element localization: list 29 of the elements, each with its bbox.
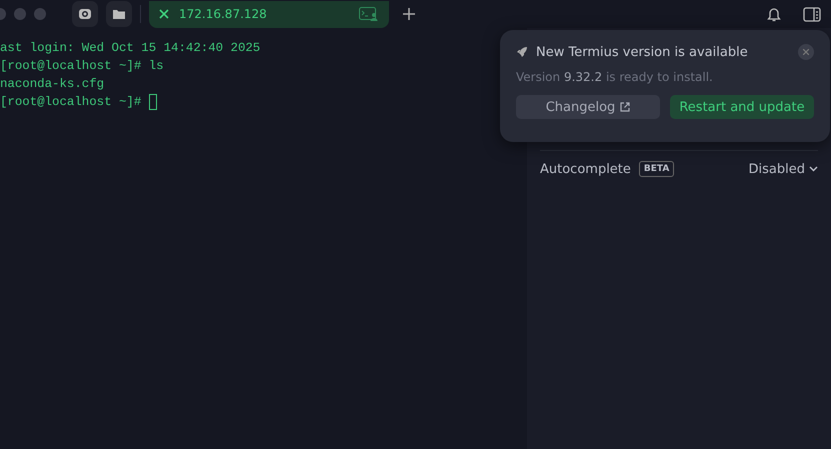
notification-message: Version 9.32.2 is ready to install.	[516, 70, 714, 84]
sidebar-toggle-icon[interactable]	[803, 6, 821, 22]
changelog-button[interactable]: Changelog	[516, 95, 660, 119]
external-link-icon	[620, 102, 630, 112]
terminal-line: naconda-ks.cfg	[0, 76, 104, 93]
setting-dropdown[interactable]: Disabled	[748, 162, 818, 176]
bell-icon[interactable]	[767, 6, 781, 22]
terminal-line: ast login: Wed Oct 15 14:42:40 2025	[0, 40, 260, 57]
vault-icon	[78, 7, 92, 21]
close-icon	[803, 49, 809, 55]
terminal-line: [root@localhost ~]#	[0, 94, 142, 111]
close-icon[interactable]	[159, 9, 169, 19]
window-control-dot[interactable]	[34, 8, 46, 20]
notification-title: New Termius version is available	[536, 44, 748, 60]
terminal-line: [root@localhost ~]# ls	[0, 58, 164, 75]
plus-icon	[403, 8, 415, 20]
host-tab[interactable]: 172.16.87.128	[149, 0, 389, 28]
rocket-icon	[516, 46, 528, 58]
text-cursor	[148, 94, 157, 110]
window-control-dot[interactable]	[14, 8, 26, 20]
setting-label: Autocomplete	[540, 162, 631, 176]
update-button[interactable]: Restart and update	[670, 95, 814, 119]
vaults-button[interactable]	[72, 1, 98, 27]
chevron-down-icon	[809, 166, 818, 172]
sftp-button[interactable]	[106, 1, 132, 27]
close-button[interactable]	[798, 44, 814, 60]
beta-badge: BETA	[638, 161, 674, 177]
folder-icon	[112, 8, 126, 20]
terminal-user-icon	[359, 6, 379, 22]
